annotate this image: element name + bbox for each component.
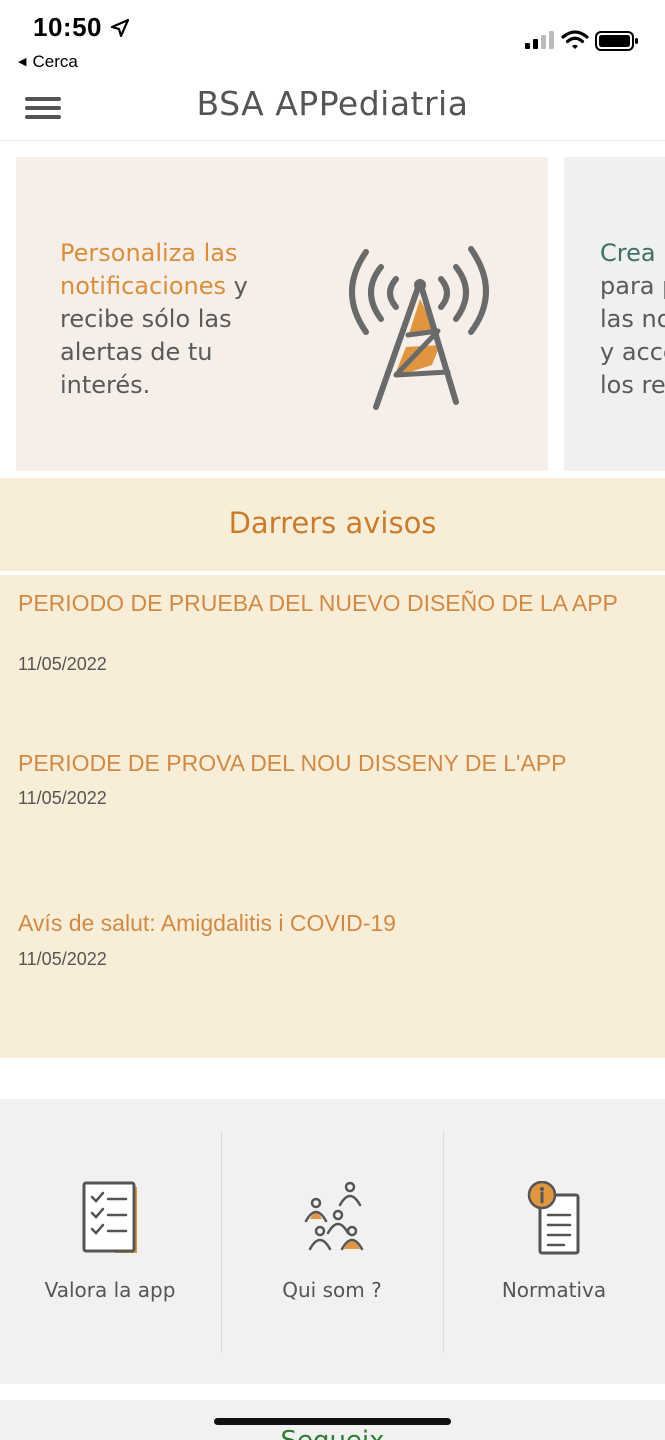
app-header: BSA APPediatria [0,80,665,141]
notice-item[interactable]: PERIODO DE PRUEBA DEL NUEVO DISEÑO DE LA… [0,590,665,710]
location-arrow-icon [110,18,130,38]
shortcuts-bar: Valora la app Qui som ? Normativa [0,1099,665,1384]
info-document-icon [527,1181,580,1255]
carousel-card-line: los re [600,371,665,399]
antenna-icon [349,246,489,410]
carousel-card-line: y acce [600,338,665,366]
back-to-search-link[interactable]: ◀ Cerca [18,52,78,72]
carousel-card-line: para p [600,272,665,300]
notice-title: PERIODE DE PROVA DEL NOU DISSENY DE L'AP… [18,750,567,776]
notice-date: 11/05/2022 [18,654,107,674]
back-label: Cerca [32,52,78,71]
status-time: 10:50 [33,12,102,42]
carousel-card-line: las no [600,305,665,333]
notice-title: PERIODO DE PRUEBA DEL NUEVO DISEÑO DE LA… [18,590,618,616]
status-bar: 10:50 ◀ Cerca [0,0,665,80]
notice-item[interactable]: PERIODE DE PROVA DEL NOU DISSENY DE L'AP… [0,750,665,870]
rate-app-label: Valora la app [44,1278,176,1302]
about-us-label: Qui som ? [282,1278,382,1302]
carousel-card-highlight: Crea u [600,239,665,267]
carousel-card-text: Personaliza las notificaciones y recibe … [60,237,260,402]
battery-icon [595,31,638,51]
notice-date: 11/05/2022 [18,788,107,808]
app-title: BSA APPediatria [196,84,469,123]
notice-item[interactable]: Avís de salut: Amigdalitis i COVID-19 11… [0,910,665,1030]
notice-date: 11/05/2022 [18,949,107,969]
regulations-label: Normativa [501,1278,607,1302]
carousel-card-highlight: Personaliza las notificaciones [60,239,238,300]
carousel-card-notifications[interactable]: Personaliza las notificaciones y recibe … [16,157,548,471]
cellular-signal-icon [525,31,554,49]
notice-title: Avís de salut: Amigdalitis i COVID-19 [18,910,396,936]
checklist-icon [82,1181,137,1253]
people-icon [304,1181,364,1251]
home-indicator[interactable] [214,1418,451,1425]
promo-carousel[interactable]: Personaliza las notificaciones y recibe … [0,157,665,471]
rate-app-button[interactable]: Valora la app [0,1131,220,1351]
bottom-text: Segueix [0,1426,665,1440]
carousel-card-text: Crea u para p las no y acce los re [600,237,665,402]
divider [0,571,665,575]
wifi-icon [561,30,589,49]
notices-title: Darrers avisos [228,506,437,540]
notices-section: Darrers avisos PERIODO DE PRUEBA DEL NUE… [0,478,665,1058]
about-us-button[interactable]: Qui som ? [222,1131,442,1351]
regulations-button[interactable]: Normativa [444,1131,664,1351]
carousel-card-create[interactable]: Crea u para p las no y acce los re [564,157,665,471]
